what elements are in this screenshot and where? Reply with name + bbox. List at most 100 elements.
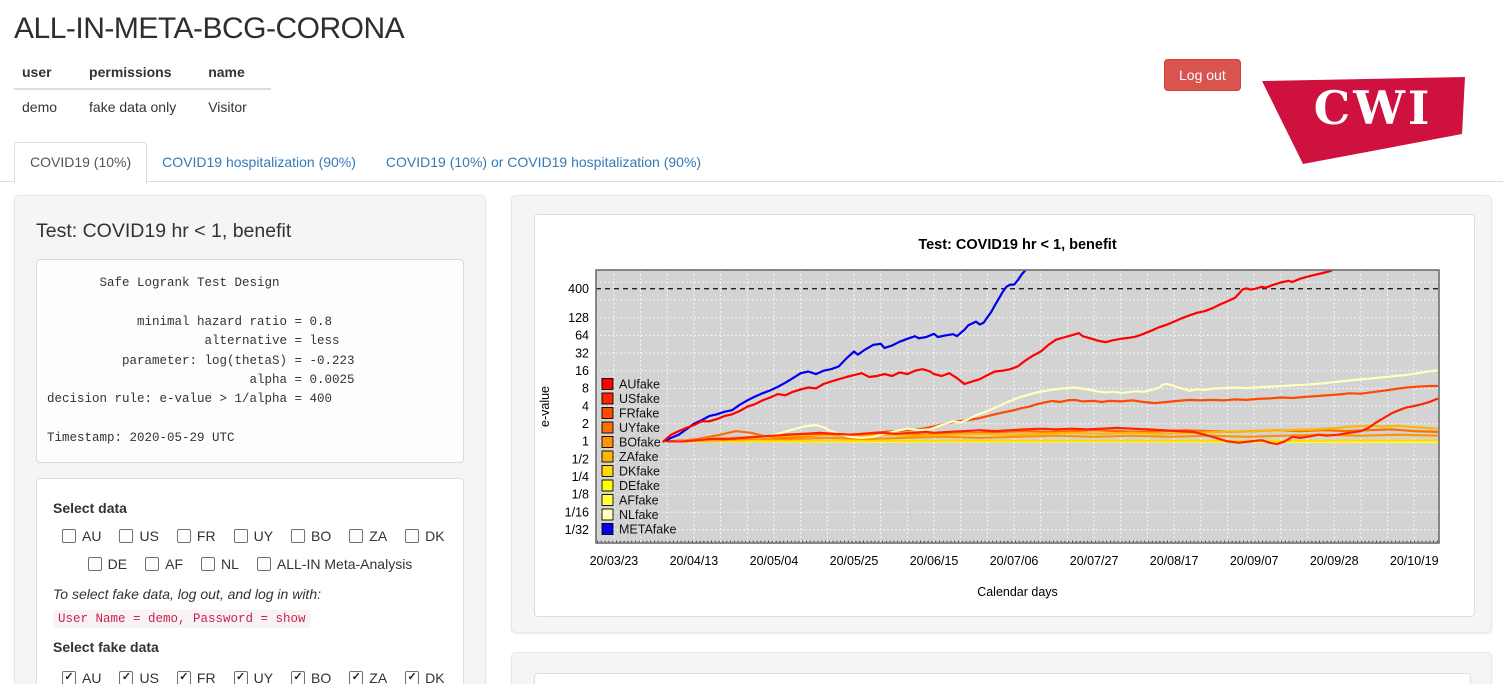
legend-label-USfake: USfake (619, 392, 660, 406)
y-tick-2: 2 (582, 417, 589, 431)
legend-label-FRfake: FRfake (619, 406, 659, 420)
checkbox-checked-icon: ✓ (177, 671, 191, 684)
checkbox-unchecked-icon (257, 557, 271, 571)
y-tick-1: 1 (582, 435, 589, 449)
fake-data-note: To select fake data, log out, and log in… (53, 586, 447, 602)
checkbox-label: UY (254, 670, 273, 684)
checkbox-label: US (139, 670, 158, 684)
evalue-chart: Test: COVID19 hr < 1, benefitAUfakeUSfak… (535, 215, 1474, 616)
checkbox-AU[interactable]: AU (62, 528, 101, 544)
checkbox-FR[interactable]: ✓ FR (177, 670, 216, 684)
checkbox-DE[interactable]: DE (88, 556, 127, 572)
x-axis-label: Calendar days (977, 585, 1058, 599)
legend-label-ZAfake: ZAfake (619, 450, 659, 464)
y-tick-1/2: 1/2 (572, 452, 589, 466)
safe-logrank-design-block: Safe Logrank Test Design minimal hazard … (36, 259, 464, 463)
checkbox-NL[interactable]: NL (201, 556, 239, 572)
checkbox-label: AU (82, 528, 101, 544)
checkbox-unchecked-icon (145, 557, 159, 571)
user-table-col-permissions: permissions (81, 56, 200, 89)
checkbox-checked-icon: ✓ (62, 671, 76, 684)
checkbox-AU[interactable]: ✓ AU (62, 670, 101, 684)
checkbox-unchecked-icon (291, 529, 305, 543)
checkbox-US[interactable]: US (119, 528, 158, 544)
checkbox-label: DK (425, 528, 444, 544)
select-fake-data-heading: Select fake data (53, 639, 447, 655)
checkbox-UY[interactable]: ✓UY (234, 670, 273, 684)
checkbox-ZA[interactable]: ZA (349, 528, 387, 544)
checkbox-label: UY (254, 528, 273, 544)
checkbox-unchecked-icon (405, 529, 419, 543)
checkbox-checked-icon: ✓ (119, 671, 133, 684)
y-tick-64: 64 (575, 329, 589, 343)
legend-swatch-AFfake (602, 495, 613, 506)
checkbox-label: FR (197, 670, 216, 684)
checkbox-DK[interactable]: ✓DK (405, 670, 444, 684)
legend-swatch-NLfake (602, 509, 613, 520)
checkbox-US[interactable]: ✓ US (119, 670, 158, 684)
checkbox-unchecked-icon (177, 529, 191, 543)
checkbox-ZA[interactable]: ✓ZA (349, 670, 387, 684)
y-axis-label: e-value (538, 386, 552, 427)
tab-2[interactable]: COVID19 hospitalization (90%) (147, 143, 371, 183)
user-table-col-user: user (14, 56, 81, 89)
checkbox-label: NL (221, 556, 239, 572)
checkbox-label: FR (197, 528, 216, 544)
test-panel-title: Test: COVID19 hr < 1, benefit (36, 220, 464, 243)
checkbox-FR[interactable]: FR (177, 528, 216, 544)
checkbox-BO[interactable]: BO (291, 528, 331, 544)
legend-swatch-DKfake (602, 466, 613, 477)
user-table-cell: demo (14, 89, 81, 124)
checkbox-unchecked-icon (88, 557, 102, 571)
page: ALL-IN-META-BCG-CORONA userpermissionsna… (0, 0, 1503, 684)
tab-bar: COVID19 (10%)COVID19 hospitalization (90… (0, 142, 1503, 182)
y-tick-32: 32 (575, 346, 589, 360)
checkbox-checked-icon: ✓ (349, 671, 363, 684)
checkbox-label: BO (311, 670, 331, 684)
tab-1[interactable]: COVID19 (10%) (14, 142, 147, 184)
select-fake-data-group: ✓AU✓US✓FR✓UY✓BO✓ZA✓DK✓DE✓AF✓NL✓ALL-IN Me… (53, 667, 447, 684)
y-tick-16: 16 (575, 364, 589, 378)
legend-swatch-FRfake (602, 408, 613, 419)
y-tick-8: 8 (582, 382, 589, 396)
series-line-DKfake (675, 440, 1437, 441)
x-tick-20/06/15: 20/06/15 (910, 554, 959, 568)
y-axis-ticks: 40012864321684211/21/41/81/161/32 (565, 282, 589, 537)
plot-background (596, 270, 1439, 543)
test-panel: Test: COVID19 hr < 1, benefit Safe Logra… (14, 195, 486, 684)
legend-swatch-USfake (602, 393, 613, 404)
x-axis-ticks: 20/03/2320/04/1320/05/0420/05/2520/06/15… (590, 554, 1439, 568)
legend-swatch-UYfake (602, 422, 613, 433)
checkbox-label: DK (425, 670, 444, 684)
checkbox-DK[interactable]: DK (405, 528, 444, 544)
checkbox-label: AF (165, 556, 183, 572)
legend-swatch-ZAfake (602, 451, 613, 462)
tab-3[interactable]: COVID19 (10%) or COVID19 hospitalization… (371, 143, 716, 183)
user-table-row: demofake data onlyVisitor (14, 89, 271, 124)
checkbox-unchecked-icon (119, 529, 133, 543)
x-tick-20/05/04: 20/05/04 (750, 554, 799, 568)
checkbox-UY[interactable]: UY (234, 528, 273, 544)
logout-button[interactable]: Log out (1164, 59, 1241, 91)
legend-label-AUfake: AUfake (619, 377, 660, 391)
legend-label-DEfake: DEfake (619, 479, 660, 493)
checkbox-label: ZA (369, 528, 387, 544)
legend-label-NLfake: NLfake (619, 508, 659, 522)
x-tick-20/03/23: 20/03/23 (590, 554, 639, 568)
checkbox-ALL-IN-Meta-Analysis[interactable]: ALL-IN Meta-Analysis (257, 556, 412, 572)
checkbox-unchecked-icon (234, 529, 248, 543)
checkbox-label: DE (108, 556, 127, 572)
y-tick-4: 4 (582, 399, 589, 413)
checkbox-label: US (139, 528, 158, 544)
legend-label-METAfake: METAfake (619, 522, 676, 536)
user-table-cell: fake data only (81, 89, 200, 124)
legend-label-DKfake: DKfake (619, 464, 660, 478)
select-data-group: AU US FR UY BO ZA DK DE AF NL ALL-IN Meta-Analysis (53, 528, 447, 576)
checkbox-label: AU (82, 670, 101, 684)
checkbox-BO[interactable]: ✓BO (291, 670, 331, 684)
checkbox-AF[interactable]: AF (145, 556, 183, 572)
legend-swatch-BOfake (602, 437, 613, 448)
checkbox-unchecked-icon (62, 529, 76, 543)
legend-label-BOfake: BOfake (619, 435, 661, 449)
checkbox-row: AU US FR UY BO ZA DK (53, 528, 447, 548)
